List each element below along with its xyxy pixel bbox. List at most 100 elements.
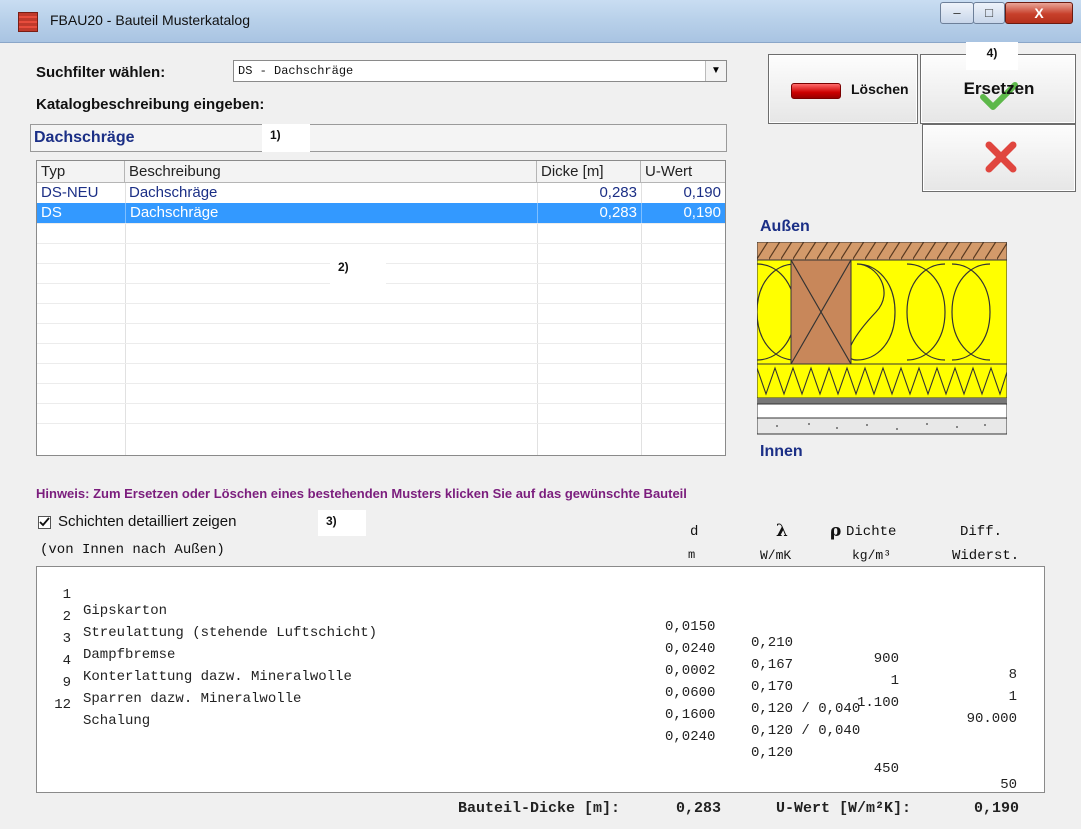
- layer-row[interactable]: 9 Sparren dazw. Mineralwolle 0,1600 0,12…: [45, 659, 861, 739]
- cell-beschreibung: Dachschräge: [129, 184, 218, 201]
- layer-d: 0,0240: [665, 729, 716, 745]
- layer-name: Dampfbremse: [83, 647, 176, 663]
- maximize-icon: □: [985, 5, 993, 20]
- minimize-icon: –: [953, 5, 961, 20]
- chevron-down-icon[interactable]: ▼: [705, 61, 726, 81]
- layer-name: Konterlattung dazw. Mineralwolle: [83, 669, 352, 685]
- column-header-uwert[interactable]: U-Wert: [641, 161, 725, 183]
- layer-row[interactable]: 4 Konterlattung dazw. Mineralwolle 0,060…: [45, 637, 861, 717]
- grid-line: [37, 323, 725, 324]
- filter-value: DS - Dachschräge: [238, 64, 354, 78]
- layer-diff: 50: [1000, 777, 1017, 793]
- cell-uwert: 0,190: [683, 184, 721, 201]
- header-rho: ρ: [830, 521, 842, 541]
- grid-line: [37, 383, 725, 384]
- filter-label: Suchfilter wählen:: [36, 64, 166, 81]
- thickness-label: Bauteil-Dicke [m]:: [458, 800, 621, 817]
- app-icon: [18, 12, 38, 32]
- header-lambda: λ: [776, 521, 788, 541]
- thickness-value: 0,283: [676, 800, 722, 817]
- annotation-marker-3: 3): [318, 510, 366, 536]
- header-diff-unit: Widerst.: [952, 548, 1020, 564]
- header-rho-unit: kg/m³: [852, 548, 892, 563]
- cell-beschreibung: Dachschräge: [125, 203, 537, 223]
- detail-checkbox-label[interactable]: Schichten detailliert zeigen: [58, 513, 236, 530]
- replace-label: Ersetzen: [963, 79, 1035, 98]
- catalog-table[interactable]: Typ Beschreibung Dicke [m] U-Wert DS-NEU…: [36, 160, 726, 456]
- maximize-button[interactable]: □: [973, 2, 1005, 24]
- annotation-marker-4: 4): [966, 42, 1018, 70]
- hint-text: Hinweis: Zum Ersetzen oder Löschen eines…: [36, 486, 687, 501]
- header-lambda-unit: W/mK: [760, 548, 792, 563]
- layer-lambda: 0,167: [751, 657, 794, 673]
- close-x-icon: [985, 141, 1017, 173]
- red-bar-icon: [791, 83, 841, 99]
- minimize-button[interactable]: –: [940, 2, 974, 24]
- layer-d: 0,0002: [665, 663, 716, 679]
- layer-diff: 8: [1008, 667, 1017, 683]
- cell-dicke: 0,283: [599, 184, 637, 201]
- layer-lambda: 0,120 / 0,040: [751, 723, 861, 739]
- layer-d: 0,0240: [665, 641, 716, 657]
- description-value: Dachschräge: [34, 129, 135, 146]
- layer-rho: 900: [873, 651, 899, 667]
- description-input[interactable]: Dachschräge: [30, 124, 727, 152]
- table-row[interactable]: DS-NEU Dachschräge 0,283 0,190: [37, 183, 725, 203]
- detail-checkbox[interactable]: [38, 516, 51, 529]
- grid-line: [37, 403, 725, 404]
- layer-nr: 12: [54, 697, 71, 713]
- layer-diff: 1: [1008, 689, 1017, 705]
- grid-line: [37, 363, 725, 364]
- header-rho-label: Dichte: [846, 524, 897, 540]
- check-icon: [39, 517, 50, 527]
- column-header-dicke[interactable]: Dicke [m]: [537, 161, 641, 183]
- layer-rho: 450: [873, 761, 899, 777]
- delete-button[interactable]: Löschen: [768, 54, 918, 124]
- table-row-selected[interactable]: DS Dachschräge 0,283 0,190: [37, 203, 725, 223]
- annotation-marker-1: 1): [262, 124, 310, 152]
- header-d-unit: m: [688, 548, 696, 562]
- description-label: Katalogbeschreibung eingeben:: [36, 96, 265, 113]
- header-d: d: [690, 524, 699, 540]
- inside-label: Innen: [760, 443, 803, 460]
- cell-dicke: 0,283: [537, 203, 641, 223]
- layer-lambda: 0,170: [751, 679, 794, 695]
- grid-line: [37, 343, 725, 344]
- construction-diagram: [757, 242, 1007, 435]
- layer-row[interactable]: 12 Schalung 0,0240 0,120 450 50: [45, 681, 1017, 793]
- column-header-beschreibung[interactable]: Beschreibung: [125, 161, 537, 183]
- grid-line: [37, 303, 725, 304]
- layer-row[interactable]: 2 Streulattung (stehende Luftschicht) 0,…: [45, 593, 1017, 705]
- cell-typ: DS-NEU: [41, 184, 99, 201]
- layer-lambda: 0,210: [751, 635, 794, 651]
- layer-order-label: (von Innen nach Außen): [40, 542, 225, 558]
- uwert-value: 0,190: [974, 800, 1020, 817]
- layer-list[interactable]: 1 Gipskarton 0,0150 0,210 900 8 2 Streul…: [36, 566, 1045, 793]
- column-header-typ[interactable]: Typ: [37, 161, 125, 183]
- layer-lambda: 0,120 / 0,040: [751, 701, 861, 717]
- layer-row[interactable]: 1 Gipskarton 0,0150 0,210 900 8: [45, 571, 1017, 683]
- grid-line: [37, 423, 725, 424]
- outside-label: Außen: [760, 218, 810, 235]
- annotation-marker-2: 2): [330, 256, 386, 284]
- layer-diff: 90.000: [966, 711, 1017, 727]
- window-title: FBAU20 - Bauteil Musterkatalog: [50, 12, 250, 28]
- grid-line: [37, 223, 725, 224]
- layer-name: Schalung: [83, 713, 151, 729]
- cell-typ: DS: [41, 204, 62, 221]
- cancel-button[interactable]: [922, 124, 1076, 192]
- layer-name: Sparren dazw. Mineralwolle: [83, 691, 302, 707]
- uwert-label: U-Wert [W/m²K]:: [776, 800, 912, 817]
- filter-select[interactable]: DS - Dachschräge ▼: [233, 60, 727, 82]
- delete-label: Löschen: [851, 81, 909, 97]
- layer-rho: 1: [890, 673, 899, 689]
- layer-name: Gipskarton: [83, 603, 168, 619]
- layer-lambda: 0,120: [751, 745, 794, 761]
- layer-d: 0,1600: [665, 707, 716, 723]
- layer-row[interactable]: 3 Dampfbremse 0,0002 0,170 1.100 90.000: [45, 615, 1017, 727]
- grid-line: [37, 243, 725, 244]
- layer-name: Streulattung (stehende Luftschicht): [83, 625, 378, 641]
- close-window-button[interactable]: X: [1005, 2, 1073, 24]
- layer-d: 0,0150: [665, 619, 716, 635]
- close-icon: X: [1034, 5, 1044, 21]
